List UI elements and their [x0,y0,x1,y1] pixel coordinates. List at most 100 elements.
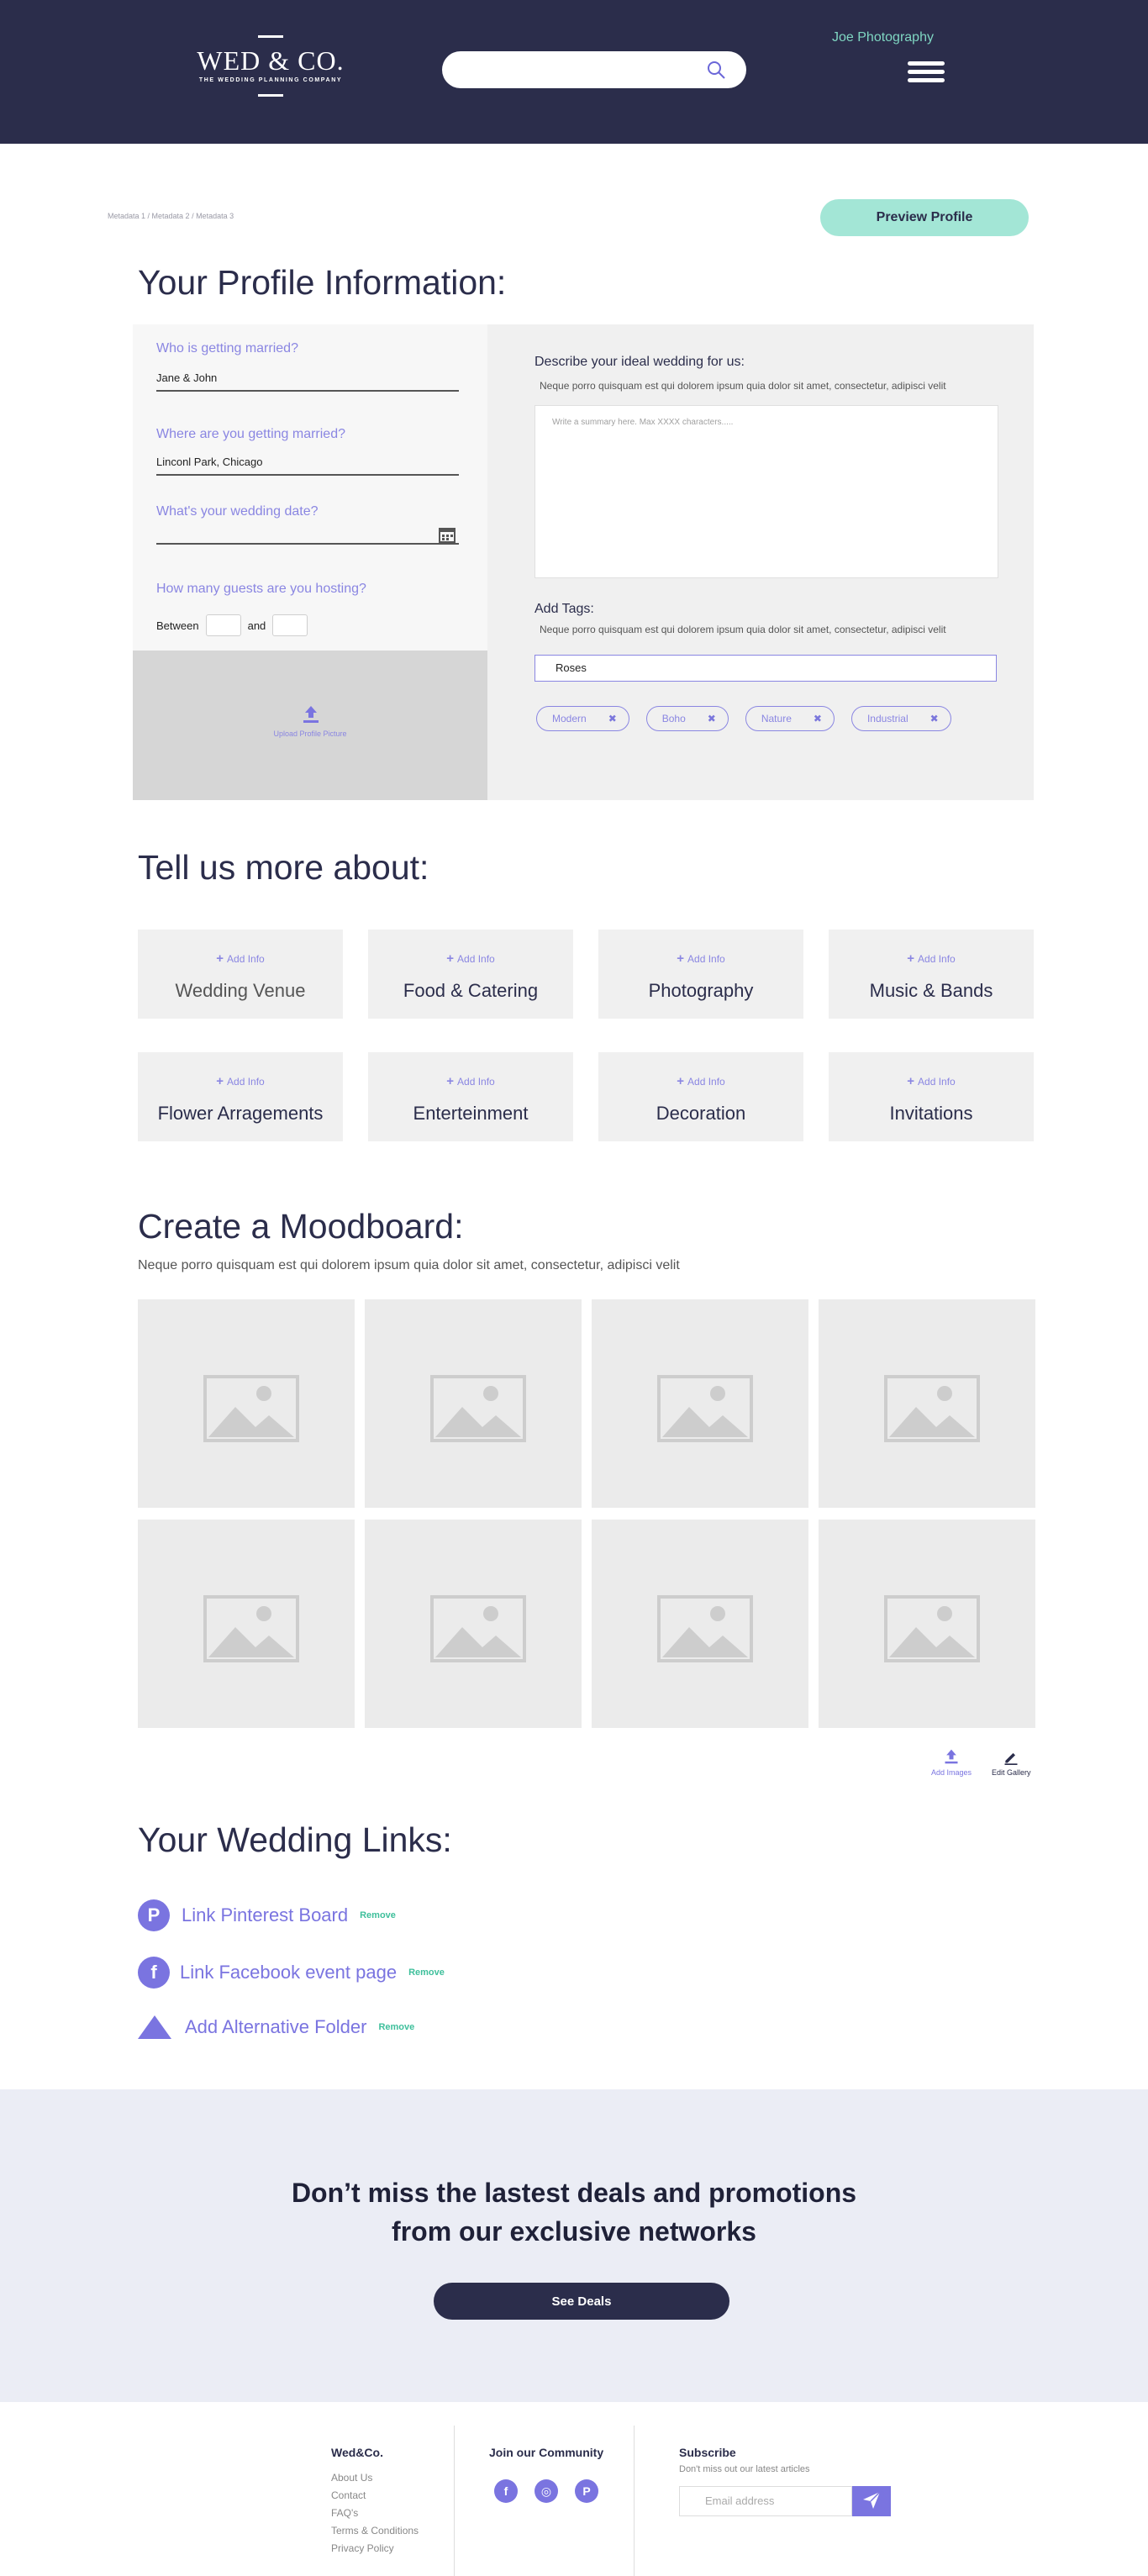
guests-and-text: and [247,619,266,632]
calendar-icon[interactable] [439,526,456,543]
tag-chip[interactable]: Boho ✖ [645,706,729,731]
subscribe-button[interactable] [852,2486,891,2516]
image-placeholder-icon [430,1375,526,1442]
card-flower-arrangements[interactable]: + Add Info Flower Arragements [138,1052,343,1141]
footer-link-contact[interactable]: Contact [331,2487,419,2505]
moodboard-image-slot[interactable] [365,1299,582,1508]
plus-icon: + [446,951,455,966]
menu-icon[interactable] [908,61,945,83]
moodboard-image-slot[interactable] [819,1520,1035,1728]
remove-tag-icon[interactable]: ✖ [930,713,939,724]
site-header: WED & CO. THE WEDDING PLANNING COMPANY J… [0,0,1148,144]
add-info-label: Add Info [457,953,495,965]
profile-section-title: Your Profile Information: [138,263,507,302]
date-field[interactable] [156,524,459,545]
guests-min-input[interactable] [205,614,241,636]
tags-title: Add Tags: [535,602,594,616]
folder-link-row: Add Alternative Folder Remove [138,2015,414,2039]
add-info-button[interactable]: + Add Info [829,1074,1034,1088]
add-images-button[interactable]: Add Images [931,1748,972,1777]
upload-icon [945,1749,958,1764]
guests-max-input[interactable] [272,614,308,636]
footer-links: About Us Contact FAQ's Terms & Condition… [331,2469,419,2558]
plus-icon: + [907,1074,915,1088]
facebook-icon[interactable]: f [494,2479,518,2503]
add-info-label: Add Info [227,1076,265,1088]
add-info-button[interactable]: + Add Info [368,1074,573,1088]
remove-link-button[interactable]: Remove [360,1910,396,1920]
add-info-label: Add Info [227,953,265,965]
summary-textarea[interactable]: Write a summary here. Max XXXX character… [535,405,998,578]
edit-gallery-label: Edit Gallery [992,1768,1031,1777]
footer-link-faq[interactable]: FAQ's [331,2505,419,2522]
triangle-icon [138,2015,171,2039]
add-info-button[interactable]: + Add Info [368,951,573,966]
tag-chip-label: Boho [661,713,686,724]
card-food-catering[interactable]: + Add Info Food & Catering [368,930,573,1019]
remove-tag-icon[interactable]: ✖ [708,713,716,724]
edit-gallery-button[interactable]: Edit Gallery [992,1748,1031,1777]
where-label: Where are you getting married? [156,427,345,441]
remove-link-button[interactable]: Remove [408,1968,445,1978]
promo-banner: Don’t miss the lastest deals and promoti… [0,2089,1148,2402]
remove-tag-icon[interactable]: ✖ [608,713,617,724]
moodboard-image-slot[interactable] [138,1299,355,1508]
card-photography[interactable]: + Add Info Photography [598,930,803,1019]
link-pinterest[interactable]: Link Pinterest Board [182,1904,348,1926]
footer-link-terms[interactable]: Terms & Conditions [331,2522,419,2540]
promo-line-1: Don’t miss the lastest deals and promoti… [291,2178,857,2208]
card-wedding-venue[interactable]: + Add Info Wedding Venue [138,930,343,1019]
card-title: Photography [648,980,754,1001]
card-title: Enterteinment [413,1103,529,1124]
subscribe-subtitle: Don't miss out our latest articles [679,2464,810,2474]
moodboard-image-slot[interactable] [819,1299,1035,1508]
add-info-label: Add Info [918,1076,956,1088]
footer-link-about[interactable]: About Us [331,2469,419,2487]
pinterest-icon[interactable]: P [575,2479,598,2503]
describe-title: Describe your ideal wedding for us: [535,355,745,369]
logo-bar-bottom [258,94,283,97]
see-deals-button[interactable]: See Deals [434,2283,729,2320]
image-placeholder-icon [657,1595,753,1662]
where-field[interactable]: Linconl Park, Chicago [156,456,459,476]
add-info-button[interactable]: + Add Info [598,1074,803,1088]
moodboard-image-slot[interactable] [592,1299,808,1508]
tag-chip[interactable]: Modern ✖ [536,706,629,731]
card-decoration[interactable]: + Add Info Decoration [598,1052,803,1141]
logo-tagline: THE WEDDING PLANNING COMPANY [198,77,343,83]
image-placeholder-icon [884,1595,980,1662]
tag-chip[interactable]: Nature ✖ [745,706,835,731]
add-images-label: Add Images [931,1768,972,1777]
link-alternative-folder[interactable]: Add Alternative Folder [185,2016,366,2038]
add-info-button[interactable]: + Add Info [598,951,803,966]
moodboard-image-slot[interactable] [592,1520,808,1728]
breadcrumb[interactable]: Metadata 1 / Metadata 2 / Metadata 3 [108,212,234,220]
footer-link-privacy[interactable]: Privacy Policy [331,2540,419,2558]
add-info-button[interactable]: + Add Info [829,951,1034,966]
search-input[interactable] [442,51,746,88]
email-input[interactable]: Email address [679,2486,852,2516]
moodboard-image-slot[interactable] [138,1520,355,1728]
search-icon[interactable] [706,60,726,80]
card-title: Invitations [889,1103,973,1124]
tag-input[interactable]: Roses [535,655,997,682]
preview-profile-button[interactable]: Preview Profile [820,199,1029,236]
user-profile-link[interactable]: Joe Photography [832,30,934,45]
tag-chip[interactable]: Industrial ✖ [850,706,951,731]
pencil-icon [1004,1752,1018,1765]
card-entertainment[interactable]: + Add Info Enterteinment [368,1052,573,1141]
plus-icon: + [216,951,224,966]
instagram-icon[interactable]: ◎ [535,2479,558,2503]
link-facebook[interactable]: Link Facebook event page [180,1962,397,1983]
links-title: Your Wedding Links: [138,1820,452,1859]
who-field[interactable]: Jane & John [156,371,459,392]
remove-tag-icon[interactable]: ✖ [814,713,822,724]
moodboard-image-slot[interactable] [365,1520,582,1728]
card-invitations[interactable]: + Add Info Invitations [829,1052,1034,1141]
add-info-button[interactable]: + Add Info [138,951,343,966]
upload-profile-picture[interactable]: Upload Profile Picture [133,651,487,800]
remove-link-button[interactable]: Remove [378,2022,414,2032]
logo[interactable]: WED & CO. THE WEDDING PLANNING COMPANY [195,30,346,101]
card-music-bands[interactable]: + Add Info Music & Bands [829,930,1034,1019]
add-info-button[interactable]: + Add Info [138,1074,343,1088]
